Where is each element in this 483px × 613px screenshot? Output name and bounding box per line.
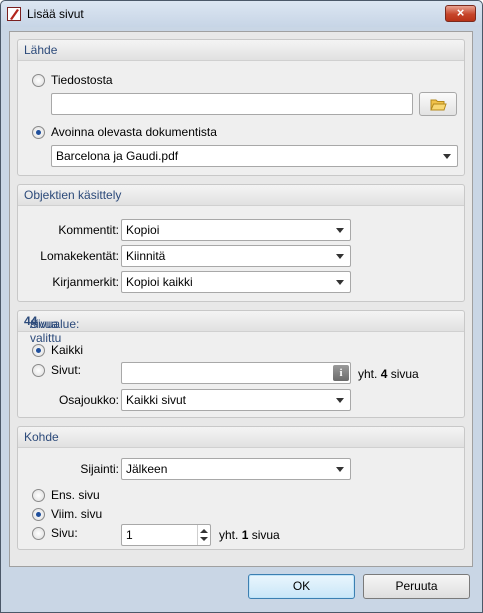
- bookmarks-select-value: Kopioi kaikki: [126, 275, 193, 289]
- chevron-down-icon: [336, 228, 344, 233]
- chevron-down-icon[interactable]: [200, 537, 208, 541]
- target-total-suffix: sivua: [248, 528, 280, 542]
- browse-button[interactable]: [419, 92, 457, 116]
- target-header-label: Kohde: [24, 430, 59, 444]
- folder-icon: [430, 99, 447, 111]
- position-select-value: Jälkeen: [126, 462, 168, 476]
- objects-group-header: Objektien käsittely: [18, 185, 464, 206]
- ok-button[interactable]: OK: [248, 574, 355, 599]
- comments-select[interactable]: Kopioi: [121, 219, 351, 241]
- bookmarks-label: Kirjanmerkit:: [52, 275, 119, 289]
- pages-label: Sivut:: [51, 363, 82, 377]
- title-bar[interactable]: Lisää sivut ×: [1, 1, 482, 27]
- chevron-down-icon: [443, 154, 451, 159]
- comments-label: Kommentit:: [58, 223, 119, 237]
- last-page-label: Viim. sivu: [51, 507, 103, 521]
- chevron-down-icon: [336, 254, 344, 259]
- pages-total-prefix: yht.: [358, 367, 381, 381]
- comments-select-value: Kopioi: [126, 223, 160, 237]
- document-select[interactable]: Barcelona ja Gaudi.pdf: [51, 145, 458, 167]
- source-header-label: Lähde: [24, 43, 58, 57]
- document-select-value: Barcelona ja Gaudi.pdf: [56, 149, 179, 163]
- page-number-stepper[interactable]: [197, 525, 210, 545]
- chevron-down-icon: [336, 280, 344, 285]
- position-select[interactable]: Jälkeen: [121, 458, 351, 480]
- all-pages-label: Kaikki: [51, 343, 84, 357]
- page-range-header-label: Sivualue: valittu 4 / 4 sivua: [24, 314, 79, 345]
- target-total-prefix: yht.: [219, 528, 242, 542]
- all-pages-radio[interactable]: [32, 344, 45, 357]
- target-total-label: yht. 1 sivua: [219, 528, 280, 542]
- page-number-value: 1: [126, 528, 133, 542]
- subset-label: Osajoukko:: [58, 393, 119, 407]
- source-group: Lähde Tiedostosta Avoinna olevasta dokum…: [17, 39, 465, 176]
- dialog-body: Lähde Tiedostosta Avoinna olevasta dokum…: [9, 31, 473, 567]
- bookmarks-select[interactable]: Kopioi kaikki: [121, 271, 351, 293]
- page-range-group: Sivualue: valittu 4 / 4 sivua Kaikki Siv…: [17, 310, 465, 418]
- first-page-radio[interactable]: [32, 489, 45, 502]
- cancel-button[interactable]: Peruuta: [363, 574, 470, 599]
- subset-select[interactable]: Kaikki sivut: [121, 389, 351, 411]
- pages-radio[interactable]: [32, 364, 45, 377]
- close-button[interactable]: ×: [445, 5, 476, 22]
- window-title: Lisää sivut: [27, 7, 84, 21]
- dialog-window: Lisää sivut × Lähde Tiedostosta Avoinna …: [0, 0, 483, 613]
- form-fields-label: Lomakekentät:: [40, 249, 119, 263]
- subset-select-value: Kaikki sivut: [126, 393, 187, 407]
- pages-total-label: yht. 4 sivua: [358, 367, 419, 381]
- open-document-label: Avoinna olevasta dokumentista: [51, 125, 217, 139]
- target-group-header: Kohde: [18, 427, 464, 448]
- objects-header-label: Objektien käsittely: [24, 188, 122, 202]
- from-file-radio[interactable]: [32, 74, 45, 87]
- form-fields-select[interactable]: Kiinnitä: [121, 245, 351, 267]
- position-label: Sijainti:: [80, 462, 119, 476]
- close-icon: ×: [456, 5, 465, 20]
- page-range-group-header: Sivualue: valittu 4 / 4 sivua: [18, 311, 464, 345]
- chevron-up-icon[interactable]: [200, 529, 208, 533]
- last-page-radio[interactable]: [32, 508, 45, 521]
- target-group: Kohde Sijainti: Jälkeen Ens. sivu Viim. …: [17, 426, 465, 550]
- from-file-label: Tiedostosta: [51, 73, 113, 87]
- app-icon: [7, 7, 21, 21]
- chevron-down-icon: [336, 467, 344, 472]
- first-page-label: Ens. sivu: [51, 488, 100, 502]
- open-document-radio[interactable]: [32, 126, 45, 139]
- source-group-header: Lähde: [18, 40, 464, 61]
- pages-input[interactable]: [121, 362, 351, 384]
- page-label: Sivu:: [51, 526, 78, 540]
- pages-total-suffix: sivua: [387, 367, 419, 381]
- page-range-header-suffix: sivua: [30, 317, 59, 331]
- page-radio[interactable]: [32, 527, 45, 540]
- info-icon[interactable]: i: [333, 365, 349, 381]
- objects-group: Objektien käsittely Kommentit: Kopioi Lo…: [17, 184, 465, 302]
- page-number-input[interactable]: 1: [121, 524, 211, 546]
- file-path-input[interactable]: [51, 93, 413, 115]
- form-fields-select-value: Kiinnitä: [126, 249, 166, 263]
- chevron-down-icon: [336, 398, 344, 403]
